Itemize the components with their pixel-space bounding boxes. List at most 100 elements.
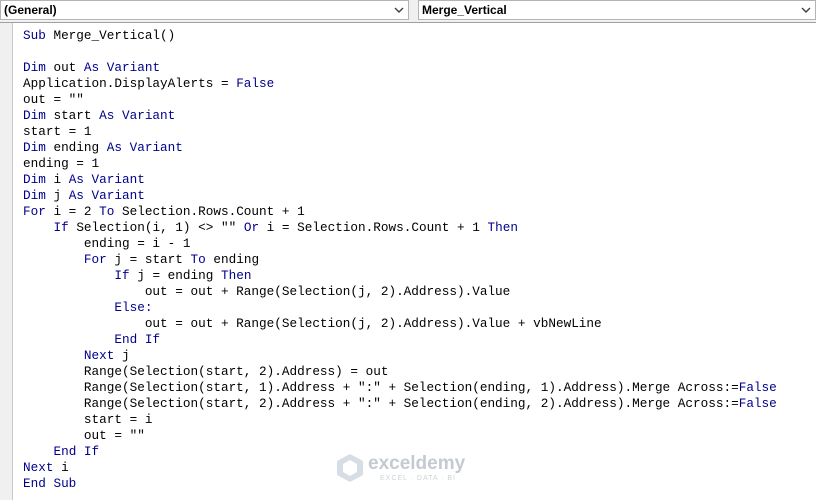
code-keyword: Dim	[23, 108, 46, 123]
code-text: start = i	[23, 412, 153, 427]
code-text: start	[45, 108, 100, 123]
code-text: j = start	[106, 252, 191, 267]
code-keyword: Else:	[114, 300, 153, 315]
code-keyword: As Variant	[106, 140, 183, 155]
code-line[interactable]: out = ""	[23, 428, 777, 444]
code-line[interactable]: Application.DisplayAlerts = False	[23, 76, 777, 92]
object-dropdown[interactable]: (General)	[0, 0, 409, 20]
code-text: ending	[45, 140, 107, 155]
code-keyword: Dim	[23, 188, 46, 203]
code-line[interactable]: For j = start To ending	[23, 252, 777, 268]
code-line[interactable]: start = i	[23, 412, 777, 428]
code-keyword: As Variant	[99, 108, 176, 123]
code-line[interactable]: start = 1	[23, 124, 777, 140]
code-text: i = 2	[45, 204, 100, 219]
code-keyword: Next	[83, 348, 115, 363]
code-line[interactable]: Dim out As Variant	[23, 60, 777, 76]
code-line[interactable]: out = out + Range(Selection(j, 2).Addres…	[23, 316, 777, 332]
chevron-down-icon[interactable]	[393, 4, 405, 16]
code-line[interactable]: For i = 2 To Selection.Rows.Count + 1	[23, 204, 777, 220]
exceldemy-logo-icon	[337, 454, 363, 482]
code-line[interactable]	[23, 44, 777, 60]
code-text-area[interactable]: Sub Merge_Vertical() Dim out As Variant Ap…	[23, 28, 777, 492]
code-line[interactable]: Range(Selection(start, 1).Address + ":" …	[23, 380, 777, 396]
code-line[interactable]: out = ""	[23, 92, 777, 108]
code-keyword: As Variant	[68, 188, 145, 203]
code-text: i = Selection.Rows.Count + 1	[259, 220, 488, 235]
code-text: out = ""	[23, 92, 84, 107]
code-window-toolbar: (General) Merge_Vertical	[0, 0, 816, 23]
code-line[interactable]: Sub Merge_Vertical()	[23, 28, 777, 44]
watermark-name: exceldemy	[368, 453, 466, 474]
code-text: out	[45, 60, 84, 75]
code-keyword: Dim	[23, 140, 46, 155]
code-text: ending = 1	[23, 156, 100, 171]
exceldemy-watermark: exceldemy EXCEL · DATA · BI	[336, 451, 486, 487]
code-text: j	[114, 348, 130, 363]
code-keyword: End If	[114, 332, 161, 347]
code-text: j = ending	[129, 268, 221, 283]
code-line[interactable]: Range(Selection(start, 2).Address + ":" …	[23, 396, 777, 412]
code-line[interactable]: Else:	[23, 300, 777, 316]
code-line[interactable]: Next j	[23, 348, 777, 364]
code-keyword: Then	[487, 220, 518, 235]
code-keyword: End If	[53, 444, 100, 459]
code-keyword: To	[99, 204, 115, 219]
code-text: Range(Selection(start, 1).Address + ":" …	[23, 380, 739, 395]
code-text: j	[45, 188, 69, 203]
code-text: start = 1	[23, 124, 92, 139]
code-keyword: Next	[23, 460, 54, 475]
code-keyword: Dim	[23, 172, 46, 187]
code-line[interactable]: Dim i As Variant	[23, 172, 777, 188]
procedure-dropdown[interactable]: Merge_Vertical	[418, 0, 816, 20]
code-keyword: False	[236, 76, 275, 91]
margin-indicator-bar[interactable]	[0, 23, 13, 500]
code-line[interactable]: End If	[23, 332, 777, 348]
code-text: i	[45, 172, 69, 187]
code-text: Selection(i, 1) <> ""	[68, 220, 244, 235]
watermark-tagline: EXCEL · DATA · BI	[380, 475, 456, 482]
code-line[interactable]: Range(Selection(start, 2).Address) = out	[23, 364, 777, 380]
object-dropdown-value: (General)	[4, 3, 57, 17]
code-line[interactable]: Dim start As Variant	[23, 108, 777, 124]
code-keyword: For	[23, 204, 46, 219]
code-line[interactable]: Dim j As Variant	[23, 188, 777, 204]
code-line[interactable]: If Selection(i, 1) <> "" Or i = Selectio…	[23, 220, 777, 236]
code-keyword: If	[114, 268, 130, 283]
code-text: out = out + Range(Selection(j, 2).Addres…	[23, 284, 511, 299]
code-text: Merge_Vertical()	[45, 28, 176, 43]
code-keyword: For	[83, 252, 107, 267]
code-line[interactable]: ending = 1	[23, 156, 777, 172]
code-text: out = ""	[23, 428, 145, 443]
code-text: Application.DisplayAlerts =	[23, 76, 237, 91]
code-keyword: Dim	[23, 60, 46, 75]
code-text: ending	[205, 252, 260, 267]
code-keyword: If	[53, 220, 69, 235]
code-line[interactable]: ending = i - 1	[23, 236, 777, 252]
procedure-dropdown-value: Merge_Vertical	[422, 3, 507, 17]
code-line[interactable]: out = out + Range(Selection(j, 2).Addres…	[23, 284, 777, 300]
code-keyword: End Sub	[23, 476, 77, 491]
code-text: Range(Selection(start, 2).Address) = out	[23, 364, 389, 379]
code-text: Range(Selection(start, 2).Address + ":" …	[23, 396, 739, 411]
chevron-down-icon[interactable]	[800, 4, 812, 16]
code-editor[interactable]: Sub Merge_Vertical() Dim out As Variant Ap…	[0, 23, 816, 500]
code-text: ending = i - 1	[23, 236, 191, 251]
code-keyword: As Variant	[83, 60, 161, 75]
code-text: i	[53, 460, 69, 475]
code-line[interactable]: If j = ending Then	[23, 268, 777, 284]
code-keyword: As Variant	[68, 172, 145, 187]
code-keyword: False	[738, 396, 777, 411]
code-keyword: Sub	[23, 28, 46, 43]
code-keyword: Then	[220, 268, 252, 283]
code-keyword: To	[190, 252, 206, 267]
code-text: Selection.Rows.Count + 1	[114, 204, 305, 219]
code-line[interactable]: Dim ending As Variant	[23, 140, 777, 156]
